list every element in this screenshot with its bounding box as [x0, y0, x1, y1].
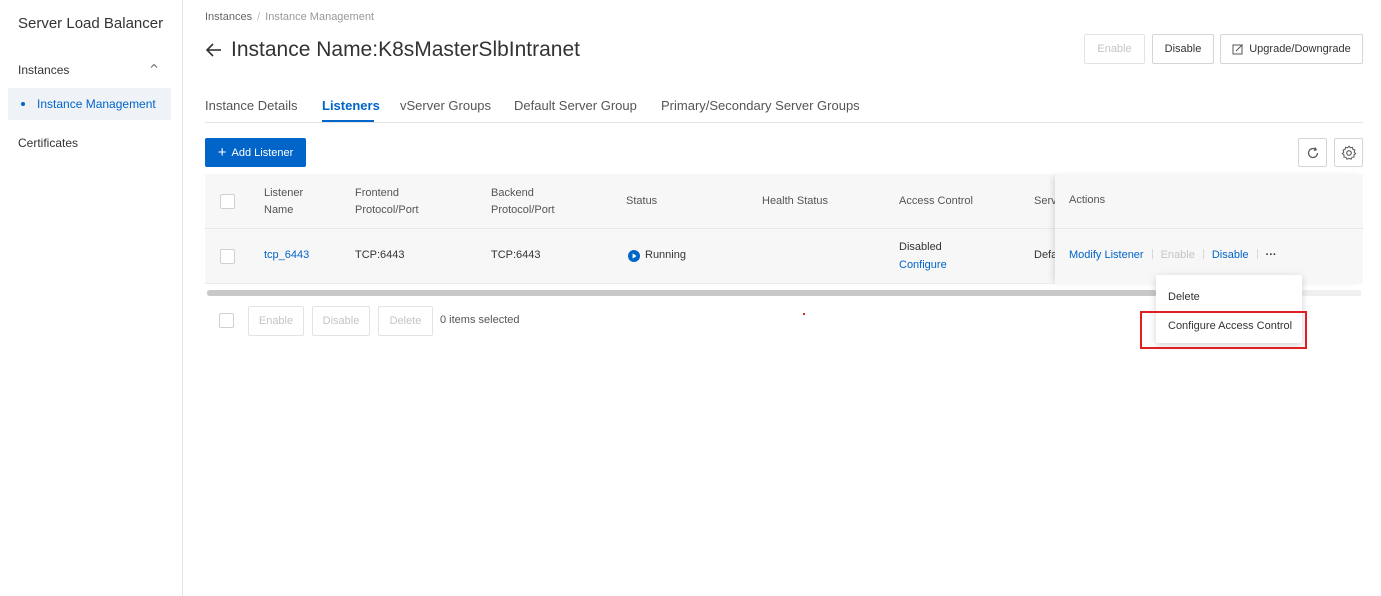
breadcrumb-separator: / — [257, 11, 261, 23]
column-header-frontend: Frontend Protocol/Port — [355, 185, 419, 219]
access-control-state: Disabled — [899, 241, 942, 253]
sidebar-title: Server Load Balancer — [18, 15, 164, 32]
batch-enable-button[interactable]: Enable — [248, 306, 304, 336]
gear-icon — [1341, 144, 1356, 160]
column-header-line: Name — [264, 204, 294, 216]
column-header-line: Listener — [264, 187, 304, 199]
listener-name-link[interactable]: tcp_6443 — [264, 249, 309, 261]
batch-delete-button[interactable]: Delete — [378, 306, 433, 336]
enable-listener-link[interactable]: Enable — [1161, 249, 1195, 261]
tab-vserver-groups[interactable]: vServer Groups — [400, 98, 491, 113]
tab-bar: Instance Details Listeners vServer Group… — [205, 96, 1363, 123]
sidebar: Server Load Balancer Instances Instance … — [0, 0, 183, 596]
modify-listener-link[interactable]: Modify Listener — [1069, 249, 1144, 261]
sidebar-group-instances[interactable]: Instances — [0, 58, 182, 80]
status-text: Running — [645, 249, 686, 261]
column-header-server-group: Serv — [1034, 195, 1057, 207]
breadcrumb: Instances / Instance Management — [205, 11, 374, 23]
column-header-access-control: Access Control — [899, 195, 973, 207]
breadcrumb-current: Instance Management — [265, 11, 375, 23]
column-header-actions: Actions — [1069, 194, 1106, 206]
add-listener-label: Add Listener — [231, 146, 294, 159]
plus-icon: + — [217, 144, 227, 161]
refresh-icon — [1307, 146, 1318, 158]
column-header-status: Status — [626, 195, 658, 207]
column-header-line: Backend — [491, 187, 534, 199]
row-divider — [1055, 228, 1363, 229]
more-actions-icon[interactable]: ··· — [1266, 249, 1277, 261]
disable-listener-link[interactable]: Disable — [1212, 249, 1249, 261]
column-header-line: Frontend — [355, 187, 400, 199]
column-header-health-status: Health Status — [762, 195, 829, 207]
disable-instance-button[interactable]: Disable — [1152, 34, 1214, 64]
sidebar-item-instance-management[interactable]: Instance Management — [8, 88, 171, 120]
chevron-up-icon — [150, 63, 158, 68]
row-actions: Modify Listener Enable Disable ··· — [1069, 249, 1277, 261]
batch-select-checkbox[interactable] — [219, 313, 234, 328]
settings-button[interactable] — [1334, 138, 1363, 167]
breadcrumb-root[interactable]: Instances — [205, 11, 252, 23]
tab-listeners[interactable]: Listeners — [322, 98, 380, 113]
configure-access-control-link[interactable]: Configure — [899, 259, 947, 271]
horizontal-scrollbar-thumb[interactable] — [207, 290, 1157, 296]
tab-instance-details[interactable]: Instance Details — [205, 98, 298, 113]
column-header-backend: Backend Protocol/Port — [491, 185, 555, 219]
backend-protocol-port: TCP:6443 — [491, 249, 541, 261]
upgrade-downgrade-button[interactable]: Upgrade/Downgrade — [1220, 34, 1363, 64]
tab-primary-secondary-server-groups[interactable]: Primary/Secondary Server Groups — [661, 98, 860, 113]
page-title: Instance Name:K8sMasterSlbIntranet — [231, 38, 581, 61]
active-tab-indicator — [322, 120, 374, 122]
action-separator — [1202, 249, 1204, 259]
action-separator — [1151, 249, 1153, 259]
highlight-annotation — [1140, 311, 1307, 349]
enable-instance-button[interactable]: Enable — [1084, 34, 1145, 64]
back-arrow-icon[interactable] — [204, 40, 224, 60]
dropdown-item-delete[interactable]: Delete — [1156, 283, 1302, 311]
frontend-protocol-port: TCP:6443 — [355, 249, 405, 261]
batch-disable-button[interactable]: Disable — [312, 306, 370, 336]
column-header-line: Protocol/Port — [491, 204, 555, 216]
sidebar-group-label: Instances — [18, 63, 70, 77]
running-status-icon — [628, 250, 640, 262]
tab-default-server-group[interactable]: Default Server Group — [514, 98, 637, 113]
edit-icon — [1232, 44, 1244, 55]
row-checkbox[interactable] — [220, 249, 235, 264]
selected-count-text: 0 items selected — [440, 314, 520, 326]
refresh-button[interactable] — [1298, 138, 1327, 167]
sidebar-item-certificates[interactable]: Certificates — [18, 136, 78, 150]
sidebar-item-label: Instance Management — [37, 97, 156, 111]
select-all-checkbox[interactable] — [220, 194, 235, 209]
add-listener-button[interactable]: + Add Listener — [205, 138, 306, 167]
annotation-dot — [803, 313, 805, 315]
column-header-listener-name: Listener Name — [264, 185, 303, 219]
action-separator — [1256, 249, 1258, 259]
upgrade-downgrade-label: Upgrade/Downgrade — [1249, 43, 1351, 55]
bullet-icon — [21, 102, 25, 106]
actions-column: Actions Modify Listener Enable Disable ··· — [1055, 174, 1363, 284]
column-header-line: Protocol/Port — [355, 204, 419, 216]
server-group-text: Defa — [1034, 249, 1058, 261]
